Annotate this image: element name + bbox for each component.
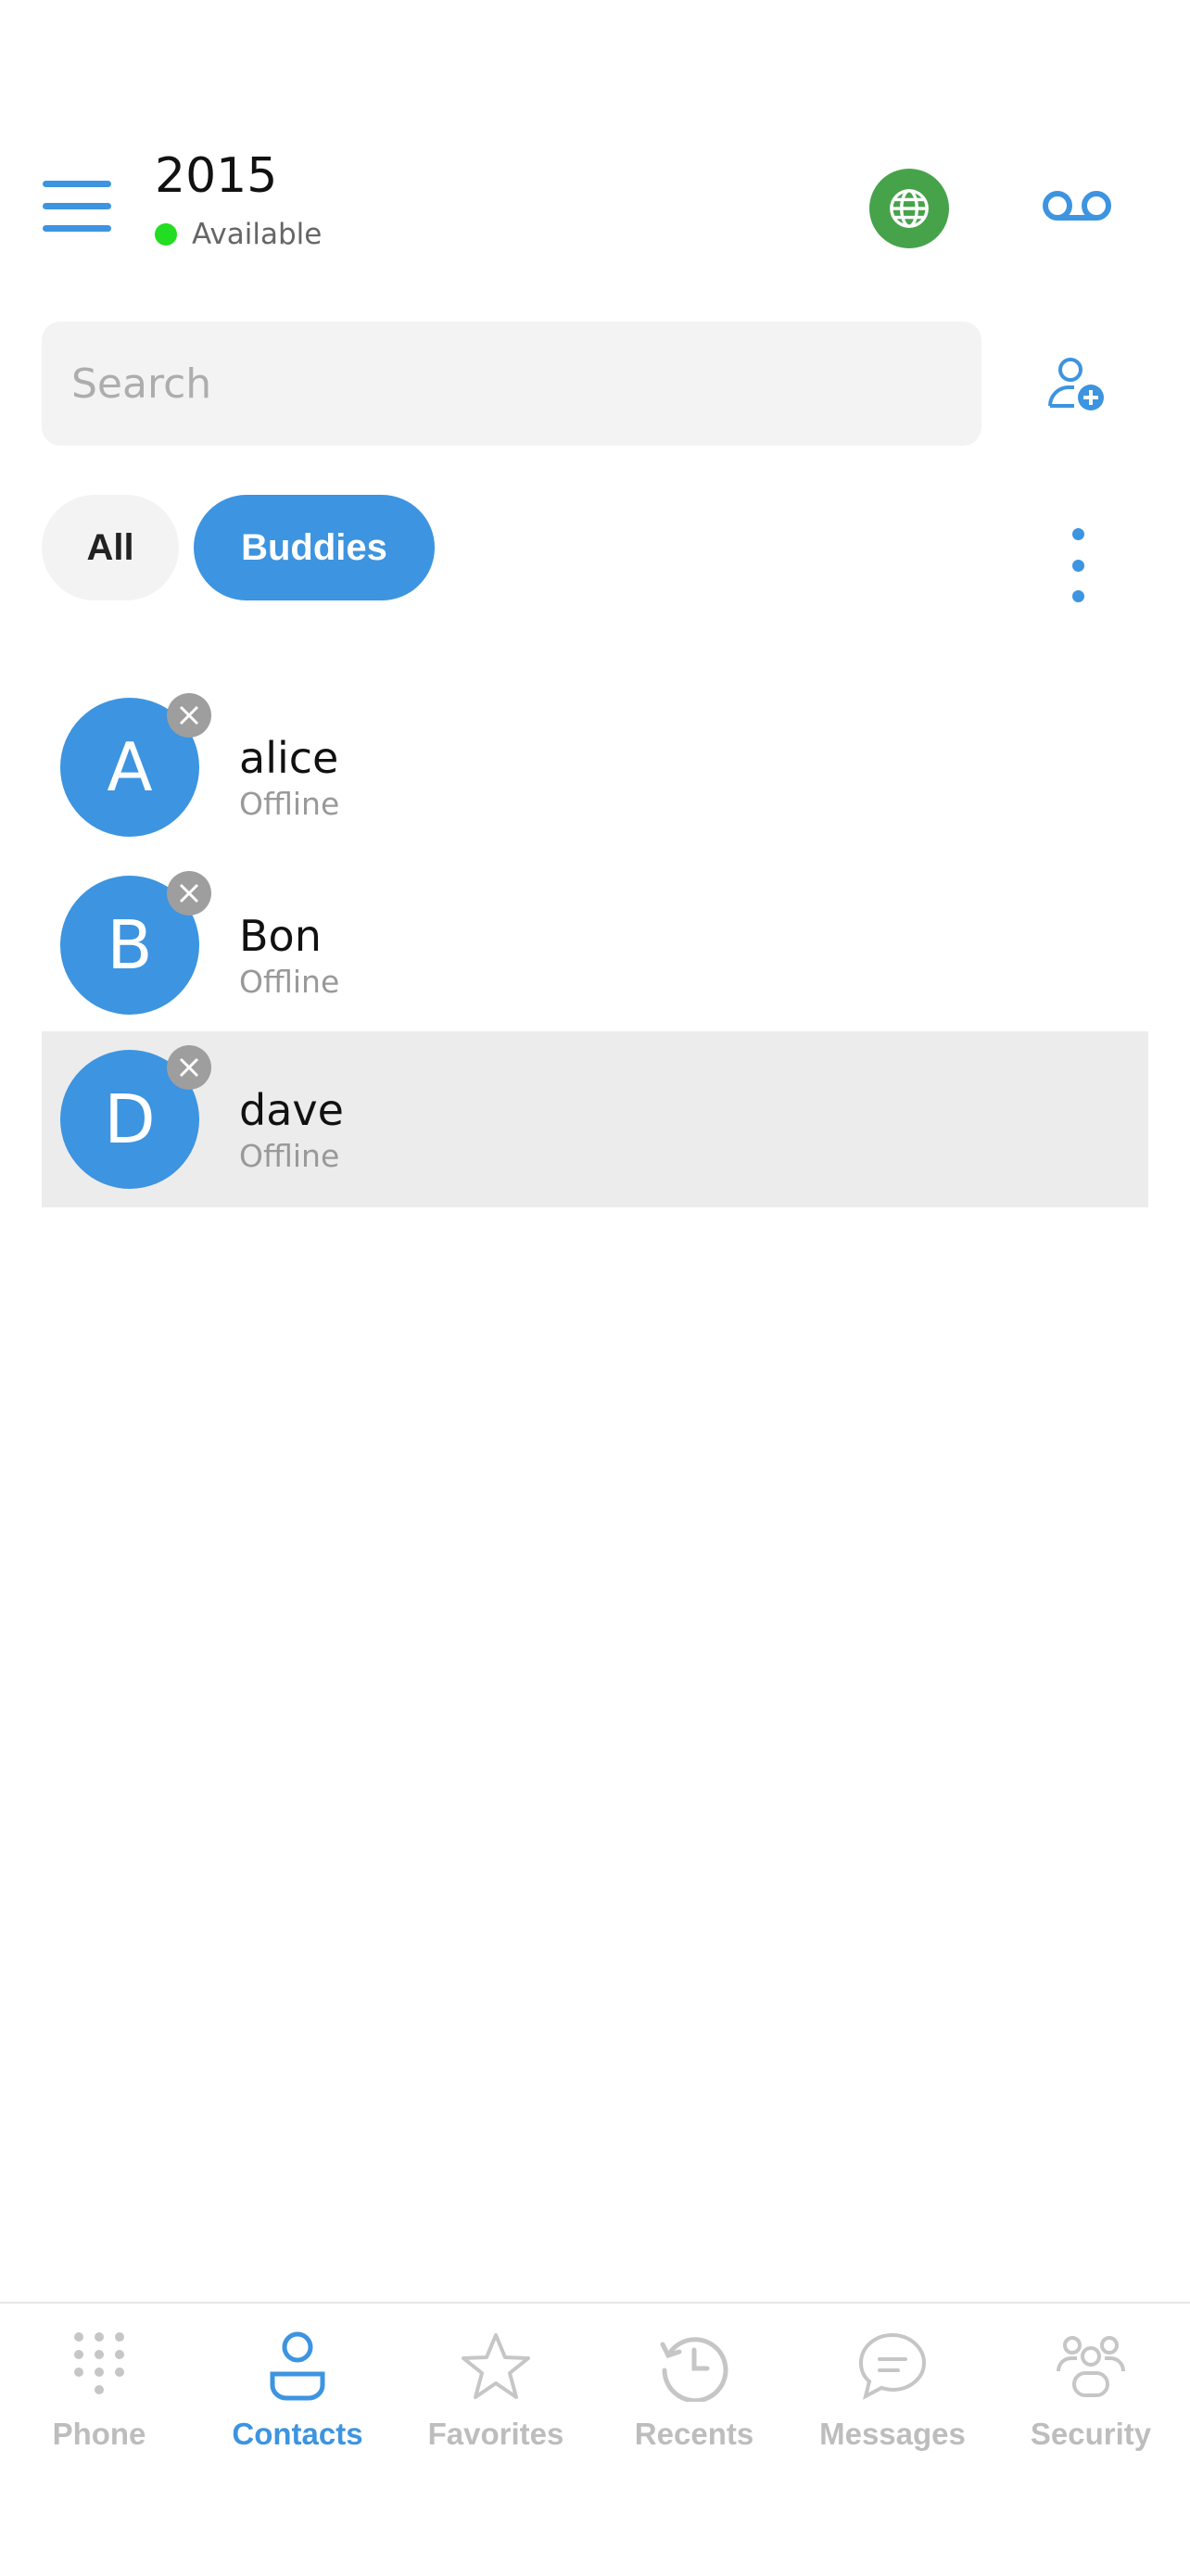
nav-contacts[interactable]: Contacts bbox=[198, 2304, 397, 2489]
chat-icon bbox=[858, 2332, 927, 2400]
remove-contact-button[interactable] bbox=[167, 693, 211, 738]
hamburger-icon-line bbox=[43, 203, 111, 209]
contact-row[interactable]: B Bon Offline bbox=[42, 857, 1148, 1033]
menu-button[interactable] bbox=[43, 181, 111, 233]
close-icon bbox=[179, 883, 199, 903]
contact-name: Bon bbox=[239, 911, 322, 961]
presence-dot bbox=[155, 223, 177, 246]
add-contact-button[interactable] bbox=[1040, 348, 1114, 423]
close-icon bbox=[179, 705, 199, 726]
remove-contact-button[interactable] bbox=[167, 1045, 211, 1090]
filter-buddies-tab[interactable]: Buddies bbox=[194, 495, 435, 600]
more-vertical-icon-dot bbox=[1071, 559, 1084, 572]
hamburger-icon bbox=[43, 181, 111, 187]
history-icon bbox=[660, 2337, 728, 2402]
presence-status-label: Available bbox=[192, 218, 323, 251]
more-options-button[interactable] bbox=[1057, 528, 1099, 602]
presence-status[interactable]: Available bbox=[155, 218, 323, 251]
remove-contact-button[interactable] bbox=[167, 871, 211, 915]
close-icon bbox=[179, 1057, 199, 1078]
nav-messages[interactable]: Messages bbox=[793, 2304, 992, 2489]
globe-button[interactable] bbox=[869, 169, 949, 248]
contact-status: Offline bbox=[239, 786, 340, 822]
contact-status: Offline bbox=[239, 1138, 340, 1174]
security-group-icon bbox=[1057, 2336, 1125, 2397]
search-input[interactable] bbox=[70, 359, 944, 409]
nav-phone[interactable]: Phone bbox=[0, 2304, 198, 2489]
contacts-icon bbox=[270, 2331, 325, 2401]
contact-name: alice bbox=[239, 733, 339, 783]
more-vertical-icon-dot bbox=[1071, 590, 1084, 602]
contact-status: Offline bbox=[239, 964, 340, 1000]
nav-security[interactable]: Security bbox=[992, 2304, 1190, 2489]
voicemail-icon bbox=[1043, 191, 1111, 221]
hamburger-icon-line bbox=[43, 225, 111, 232]
account-title: 2015 bbox=[155, 148, 278, 204]
contact-row[interactable]: D dave Offline bbox=[42, 1031, 1148, 1207]
globe-icon bbox=[890, 189, 929, 228]
nav-label: Favorites bbox=[427, 2417, 564, 2451]
contact-row[interactable]: A alice Offline bbox=[42, 679, 1148, 855]
nav-label: Recents bbox=[634, 2417, 754, 2451]
filter-all-tab[interactable]: All bbox=[42, 495, 179, 600]
add-contact-icon bbox=[1048, 358, 1104, 410]
nav-favorites[interactable]: Favorites bbox=[397, 2304, 595, 2489]
voicemail-button[interactable] bbox=[1038, 178, 1116, 234]
nav-label: Phone bbox=[52, 2417, 146, 2451]
nav-recents[interactable]: Recents bbox=[595, 2304, 793, 2489]
dialpad-icon bbox=[74, 2332, 124, 2394]
bottom-navigation: Phone Contacts Favorites Recents Message… bbox=[0, 2302, 1190, 2576]
nav-label: Security bbox=[1030, 2417, 1152, 2451]
more-vertical-icon bbox=[1071, 528, 1084, 540]
star-icon bbox=[462, 2333, 530, 2399]
nav-label: Messages bbox=[819, 2417, 966, 2451]
nav-label: Contacts bbox=[232, 2417, 363, 2451]
contact-name: dave bbox=[239, 1085, 344, 1135]
search-bar[interactable] bbox=[42, 322, 981, 446]
